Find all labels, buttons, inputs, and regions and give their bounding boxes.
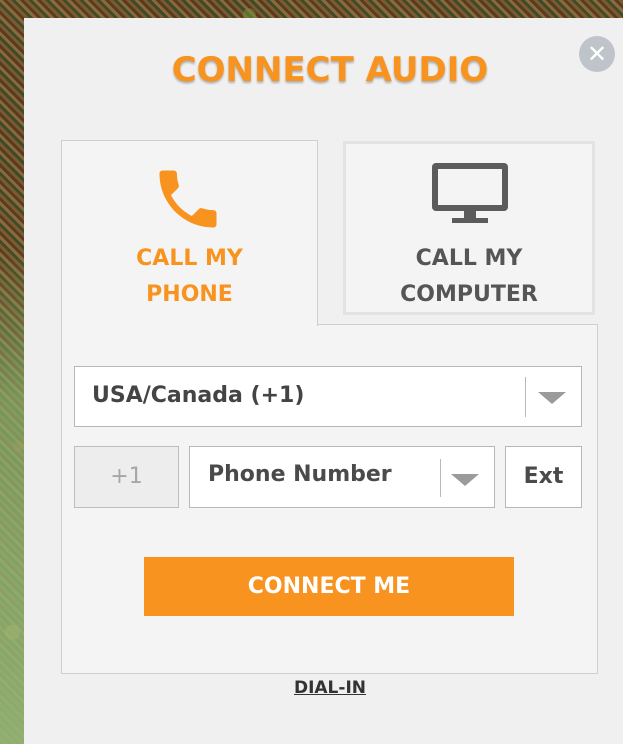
monitor-icon: [432, 163, 508, 223]
extension-input[interactable]: Ext: [505, 446, 582, 508]
tab-phone-label-line1: CALL MY: [136, 246, 243, 271]
dial-in-link[interactable]: DIAL-IN: [24, 678, 623, 698]
country-select[interactable]: USA/Canada (+1): [74, 366, 582, 427]
tab-phone-label-line2: PHONE: [146, 282, 233, 307]
tab-computer-label-line2: COMPUTER: [400, 282, 538, 307]
tab-call-my-computer[interactable]: CALL MY COMPUTER: [343, 141, 595, 315]
chevron-down-icon: [538, 392, 566, 404]
tab-call-my-phone[interactable]: CALL MY PHONE: [61, 140, 318, 326]
connect-me-button[interactable]: CONNECT ME: [144, 557, 514, 616]
country-select-value: USA/Canada (+1): [92, 383, 305, 408]
close-button[interactable]: ✕: [579, 36, 615, 72]
phone-icon: [159, 170, 217, 228]
connect-audio-dialog: CONNECT AUDIO ✕ CALL MY PHONE CALL MY CO…: [24, 18, 623, 744]
phone-field-divider: [440, 459, 441, 497]
chevron-down-icon: [451, 474, 479, 486]
background-strip: [0, 250, 24, 744]
tab-computer-label-line1: CALL MY: [415, 246, 523, 271]
dialog-title: CONNECT AUDIO: [171, 50, 489, 90]
country-select-divider: [525, 377, 526, 417]
country-code-prefix: +1: [74, 446, 179, 508]
close-icon: ✕: [586, 40, 608, 68]
phone-number-input[interactable]: Phone Number: [189, 446, 495, 508]
phone-number-placeholder: Phone Number: [208, 462, 392, 487]
